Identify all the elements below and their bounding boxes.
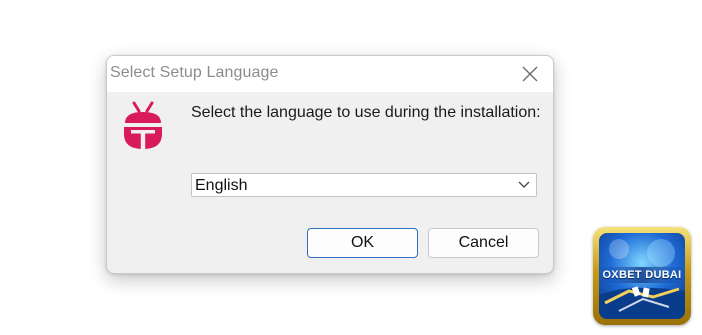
language-prompt: Select the language to use during the in…: [191, 104, 541, 121]
close-button[interactable]: [515, 59, 545, 89]
badge-artwork: OXBET DUBAI: [599, 233, 685, 319]
badge-label: OXBET DUBAI: [599, 267, 685, 283]
language-select-value: English: [195, 177, 248, 194]
desktop: Select Setup Language Select the languag…: [0, 0, 702, 335]
dialog-title: Select Setup Language: [110, 64, 279, 81]
setup-app-icon: [124, 101, 162, 149]
setup-language-dialog: Select Setup Language Select the languag…: [106, 55, 554, 274]
title-bar[interactable]: Select Setup Language: [107, 56, 553, 92]
close-icon: [522, 66, 538, 82]
language-select[interactable]: English: [191, 173, 537, 197]
chevron-down-icon: [518, 181, 530, 188]
dialog-body: Select the language to use during the in…: [107, 92, 553, 273]
oxbet-dubai-app-icon[interactable]: OXBET DUBAI: [593, 227, 691, 325]
ok-button[interactable]: OK: [307, 228, 418, 258]
cancel-button[interactable]: Cancel: [428, 228, 539, 258]
